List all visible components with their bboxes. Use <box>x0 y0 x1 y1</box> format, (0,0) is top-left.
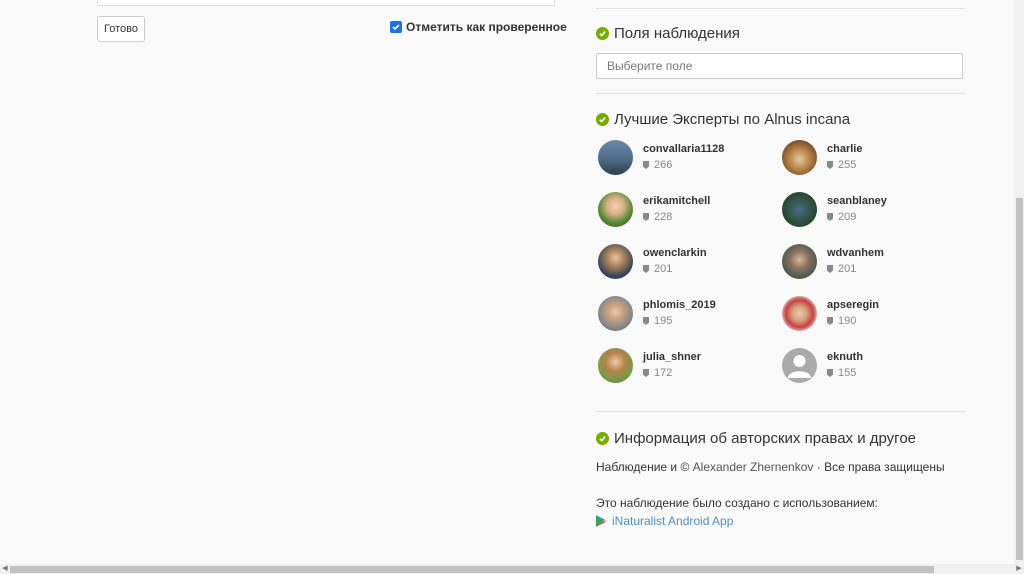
avatar[interactable] <box>598 348 633 383</box>
divider <box>596 8 965 9</box>
check-circle-icon <box>596 27 609 40</box>
vertical-scrollbar[interactable] <box>1014 0 1024 564</box>
expert-item[interactable]: erikamitchell 228 <box>598 192 710 227</box>
divider <box>596 93 965 94</box>
mark-reviewed-toggle[interactable]: Отметить как проверенное <box>390 20 567 34</box>
expert-item[interactable]: seanblaney 209 <box>782 192 887 227</box>
copyright-heading[interactable]: Информация об авторских правах и другое <box>596 430 916 447</box>
taxon-name: Alnus incana <box>764 111 851 128</box>
expert-count: 228 <box>654 211 673 223</box>
expert-item[interactable]: owenclarkin 201 <box>598 244 707 279</box>
avatar[interactable] <box>782 296 817 331</box>
expert-name[interactable]: eknuth <box>827 351 863 363</box>
expert-count: 172 <box>654 367 673 379</box>
app-name[interactable]: iNaturalist Android App <box>612 514 733 528</box>
section-title: Поля наблюдения <box>614 25 740 42</box>
identification-icon <box>643 317 649 325</box>
scrollbar-thumb[interactable] <box>1016 198 1023 560</box>
rights-reserved: · Все права защищены <box>816 460 945 474</box>
scroll-right-arrow-icon[interactable]: ▶ <box>1014 564 1024 574</box>
reviewed-label: Отметить как проверенное <box>406 20 567 34</box>
expert-count: 201 <box>838 263 857 275</box>
expert-name[interactable]: apseregin <box>827 299 879 311</box>
section-title-prefix: Лучшие Эксперты по <box>614 111 761 128</box>
avatar[interactable] <box>782 192 817 227</box>
scroll-left-arrow-icon[interactable]: ◀ <box>0 564 10 574</box>
identification-icon <box>827 213 833 221</box>
expert-name[interactable]: erikamitchell <box>643 195 710 207</box>
expert-name[interactable]: wdvanhem <box>827 247 884 259</box>
expert-item[interactable]: phlomis_2019 195 <box>598 296 716 331</box>
expert-name[interactable]: charlie <box>827 143 862 155</box>
expert-name[interactable]: owenclarkin <box>643 247 707 259</box>
divider <box>596 411 965 412</box>
expert-count: 201 <box>654 263 673 275</box>
expert-count: 209 <box>838 211 857 223</box>
avatar[interactable] <box>782 244 817 279</box>
observation-field-select[interactable]: Выберите поле <box>596 53 963 79</box>
expert-count: 195 <box>654 315 673 327</box>
expert-item[interactable]: julia_shner 172 <box>598 348 701 383</box>
expert-item[interactable]: convallaria1128 266 <box>598 140 724 175</box>
avatar-placeholder[interactable] <box>782 348 817 383</box>
expert-item[interactable]: eknuth 155 <box>782 348 863 383</box>
top-experts-heading[interactable]: Лучшие Эксперты по Alnus incana <box>596 111 850 128</box>
scrollbar-thumb[interactable] <box>10 566 934 573</box>
section-title: Информация об авторских правах и другое <box>614 430 916 447</box>
done-button[interactable]: Готово <box>97 16 145 42</box>
identification-icon <box>643 265 649 273</box>
check-circle-icon <box>596 113 609 126</box>
expert-count: 255 <box>838 159 857 171</box>
expert-count: 190 <box>838 315 857 327</box>
expert-count: 155 <box>838 367 857 379</box>
avatar[interactable] <box>598 140 633 175</box>
created-with-label: Это наблюдение было создано с использова… <box>596 496 878 510</box>
app-link[interactable]: iNaturalist Android App <box>596 514 733 528</box>
identification-icon <box>643 369 649 377</box>
identification-icon <box>827 161 833 169</box>
checkmark-icon <box>392 24 400 31</box>
expert-name[interactable]: convallaria1128 <box>643 143 724 155</box>
identification-icon <box>643 161 649 169</box>
expert-item[interactable]: apseregin 190 <box>782 296 879 331</box>
expert-item[interactable]: wdvanhem 201 <box>782 244 884 279</box>
expert-name[interactable]: phlomis_2019 <box>643 299 716 311</box>
identification-icon <box>827 317 833 325</box>
observation-fields-heading[interactable]: Поля наблюдения <box>596 25 740 42</box>
reviewed-checkbox[interactable] <box>390 21 402 33</box>
expert-name[interactable]: seanblaney <box>827 195 887 207</box>
horizontal-scrollbar[interactable]: ◀ ▶ <box>0 564 1024 574</box>
identification-icon <box>643 213 649 221</box>
avatar[interactable] <box>782 140 817 175</box>
expert-name[interactable]: julia_shner <box>643 351 701 363</box>
identification-icon <box>827 265 833 273</box>
avatar[interactable] <box>598 244 633 279</box>
expert-count: 266 <box>654 159 673 171</box>
copyright-line: Наблюдение и © Alexander Zhernenkov · Вс… <box>596 460 945 474</box>
avatar[interactable] <box>598 192 633 227</box>
check-circle-icon <box>596 432 609 445</box>
user-icon <box>788 355 811 378</box>
copyright-prefix: Наблюдение и © <box>596 460 690 474</box>
avatar[interactable] <box>598 296 633 331</box>
expert-item[interactable]: charlie 255 <box>782 140 862 175</box>
comment-box-edge <box>97 0 555 6</box>
identification-icon <box>827 369 833 377</box>
google-play-icon <box>596 515 607 527</box>
author-name: Alexander Zhernenkov <box>692 460 814 474</box>
